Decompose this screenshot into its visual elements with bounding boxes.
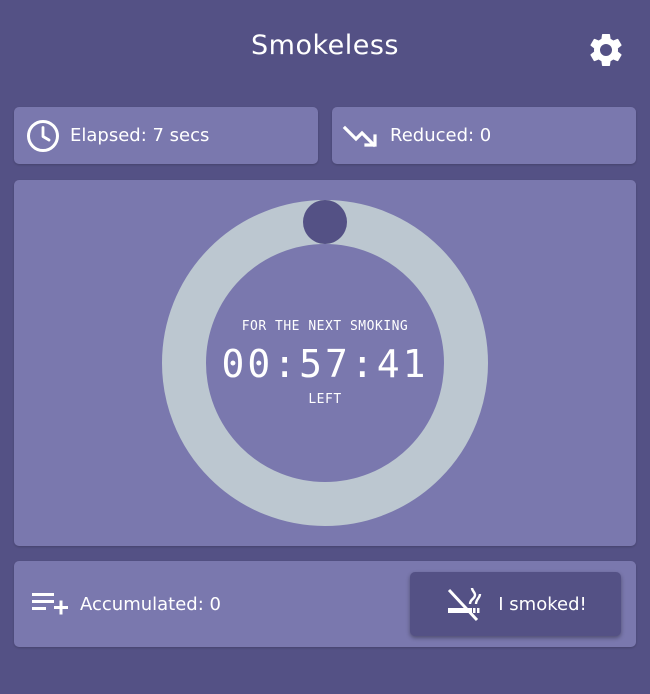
timer-card: FOR THE NEXT SMOKING 00:57:41 LEFT (14, 180, 636, 546)
timer-caption: FOR THE NEXT SMOKING (241, 319, 409, 334)
smoking-icon (444, 584, 484, 624)
bottom-card: Accumulated: 0 I smoked! (14, 561, 636, 647)
playlist-add-icon (30, 589, 70, 619)
i-smoked-button[interactable]: I smoked! (410, 572, 621, 636)
elapsed-card: Elapsed: 7 secs (14, 107, 318, 164)
reduced-card: Reduced: 0 (332, 107, 636, 164)
accumulated-row: Accumulated: 0 (30, 561, 221, 647)
clock-icon (26, 119, 60, 153)
i-smoked-label: I smoked! (498, 593, 587, 615)
gear-icon (586, 30, 626, 70)
accumulated-label: Accumulated: 0 (80, 593, 221, 615)
elapsed-label: Elapsed: 7 secs (70, 125, 210, 146)
trending-down-icon (342, 121, 380, 151)
reduced-label: Reduced: 0 (390, 125, 492, 146)
countdown-ring: FOR THE NEXT SMOKING 00:57:41 LEFT (161, 199, 489, 527)
settings-button[interactable] (586, 30, 626, 70)
timer-suffix: LEFT (308, 392, 342, 407)
countdown-time: 00:57:41 (221, 342, 429, 386)
app-title: Smokeless (251, 30, 399, 61)
